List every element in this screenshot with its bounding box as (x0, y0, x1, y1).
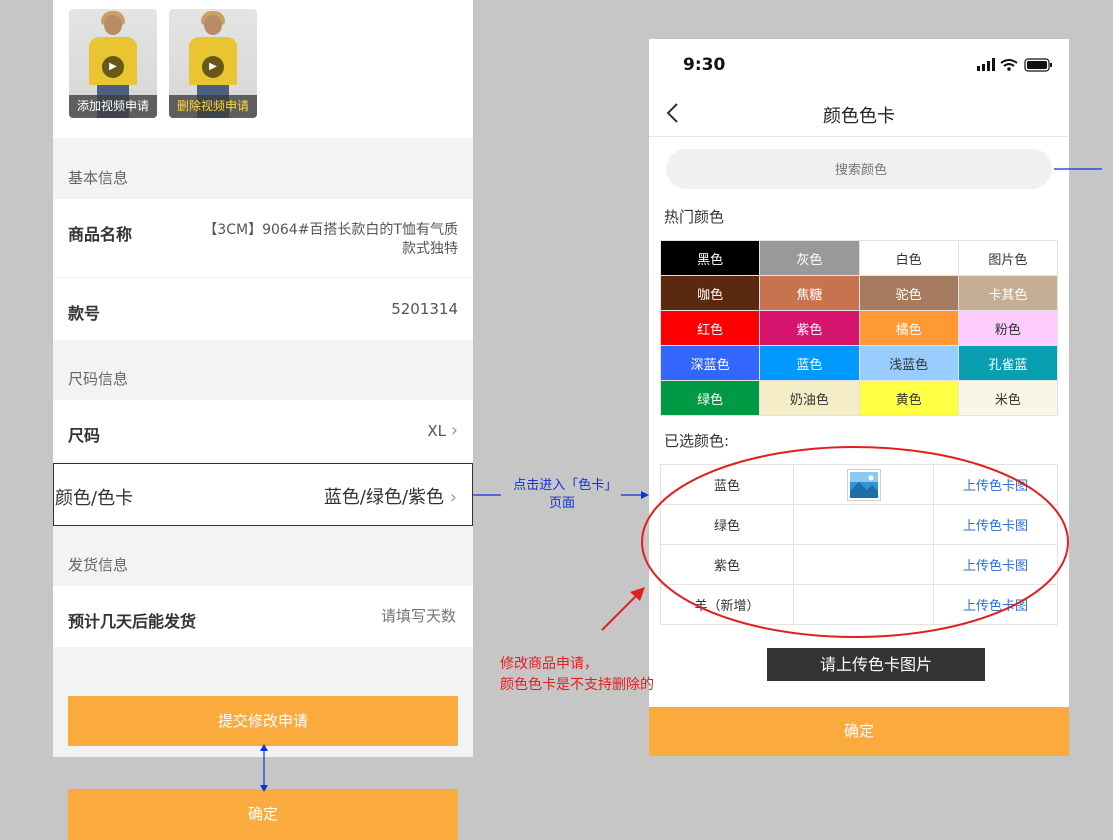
video-caption: 删除视频申请 (169, 95, 257, 118)
phone-confirm-button[interactable]: 确定 (649, 707, 1069, 756)
color-swatch[interactable]: 孔雀蓝 (957, 345, 1059, 381)
color-swatch[interactable]: 绿色 (659, 380, 761, 416)
shipping-days-row: 预计几天后能发货 (53, 586, 473, 647)
color-card-screen: 9:30 颜色色卡 热门颜色 黑色灰色白色图片色咖色焦糖驼色卡其色红色紫色橘色粉… (649, 39, 1069, 756)
chevron-right-icon: › (450, 420, 458, 441)
color-swatch[interactable]: 灰色 (759, 240, 860, 276)
color-swatch[interactable]: 浅蓝色 (858, 345, 959, 381)
battery-icon (1024, 58, 1052, 72)
edge-connector-line (1054, 168, 1102, 170)
color-swatch[interactable]: 驼色 (858, 275, 959, 311)
sku-label: 款号 (68, 304, 101, 323)
confirm-button[interactable]: 确定 (68, 789, 458, 840)
section-title-size: 尺码信息 (68, 370, 129, 388)
play-icon[interactable]: ▶ (102, 56, 124, 78)
color-card-label: 颜色/色卡 (55, 488, 134, 509)
color-swatch[interactable]: 黄色 (858, 380, 959, 416)
wifi-icon (1000, 59, 1018, 71)
color-swatch[interactable]: 粉色 (957, 310, 1059, 346)
color-card-row[interactable]: 颜色/色卡 蓝色/绿色/紫色 › (53, 463, 473, 526)
product-edit-panel: ▶ 添加视频申请 ▶ 删除视频申请 基本信息 商品名称 【3CM】9064#百搭… (53, 0, 473, 757)
signal-icon (977, 58, 995, 71)
red-highlight-ellipse (601, 446, 1069, 638)
video-thumbnail-strip: ▶ 添加视频申请 ▶ 删除视频申请 (53, 0, 473, 138)
section-title-basic: 基本信息 (68, 169, 129, 187)
chevron-right-icon: › (449, 487, 457, 508)
product-name-label: 商品名称 (68, 225, 133, 244)
color-grid-row: 黑色 灰色 白色 图片色 (659, 240, 1059, 276)
sku-value: 5201314 (391, 300, 458, 318)
product-name-row: 商品名称 【3CM】9064#百搭长款白的T恤有气质 款式独特 (53, 199, 473, 278)
upload-tip: 请上传色卡图片 (767, 648, 985, 681)
color-swatch[interactable]: 米色 (957, 380, 1059, 416)
status-icons (977, 58, 1052, 72)
sku-row: 款号 5201314 (53, 278, 473, 340)
video-thumbnail-delete[interactable]: ▶ 删除视频申请 (169, 9, 257, 118)
hot-color-grid: 黑色 灰色 白色 图片色 咖色 焦糖 驼色 卡其色 红色 紫色 橘色 粉色 深蓝色 蓝色 浅蓝色 孔雀蓝 绿色奶… (659, 240, 1059, 416)
video-thumbnail-add[interactable]: ▶ 添加视频申请 (69, 9, 157, 118)
submit-change-button[interactable]: 提交修改申请 (68, 696, 458, 746)
search-input[interactable] (666, 149, 1056, 191)
nav-title: 颜色色卡 (823, 106, 895, 127)
spacing-arrow (260, 744, 268, 792)
color-grid-row: 绿色 奶油色 黄色 米色 (659, 380, 1059, 416)
section-title-shipping: 发货信息 (68, 556, 129, 574)
color-swatch[interactable]: 咖色 (659, 275, 761, 311)
color-card-value: 蓝色/绿色/紫色 (323, 487, 445, 508)
color-swatch[interactable]: 白色 (858, 240, 959, 276)
product-name-value: 【3CM】9064#百搭长款白的T恤有气质 款式独特 (203, 222, 458, 257)
color-swatch[interactable]: 卡其色 (957, 275, 1059, 311)
search-bar[interactable] (666, 149, 1056, 191)
color-swatch[interactable]: 焦糖 (759, 275, 860, 311)
color-swatch[interactable]: 紫色 (759, 310, 860, 346)
hot-colors-title: 热门颜色 (664, 208, 725, 226)
color-grid-row: 咖色 焦糖 驼色 卡其色 (659, 275, 1059, 311)
size-row[interactable]: 尺码 XL › (53, 400, 473, 462)
color-swatch[interactable]: 橘色 (858, 310, 959, 346)
video-caption: 添加视频申请 (69, 95, 157, 118)
color-swatch[interactable]: 图片色 (957, 240, 1059, 276)
color-grid-row: 深蓝色 蓝色 浅蓝色 孔雀蓝 (659, 345, 1059, 381)
color-swatch[interactable]: 奶油色 (759, 380, 860, 416)
play-icon[interactable]: ▶ (202, 56, 224, 78)
shipping-days-label: 预计几天后能发货 (68, 612, 197, 631)
shipping-days-input[interactable] (334, 606, 458, 626)
color-swatch[interactable]: 红色 (659, 310, 761, 346)
annotation-no-delete-note: 修改商品申请， 颜色色卡是不支持删除的 (500, 656, 654, 693)
color-swatch[interactable]: 深蓝色 (659, 345, 761, 381)
size-value: XL (427, 422, 447, 440)
color-swatch[interactable]: 蓝色 (759, 345, 860, 381)
color-grid-row: 红色 紫色 橘色 粉色 (659, 310, 1059, 346)
nav-divider (649, 136, 1069, 137)
size-label: 尺码 (68, 426, 101, 445)
color-swatch[interactable]: 黑色 (659, 240, 761, 276)
status-time: 9:30 (683, 55, 726, 75)
